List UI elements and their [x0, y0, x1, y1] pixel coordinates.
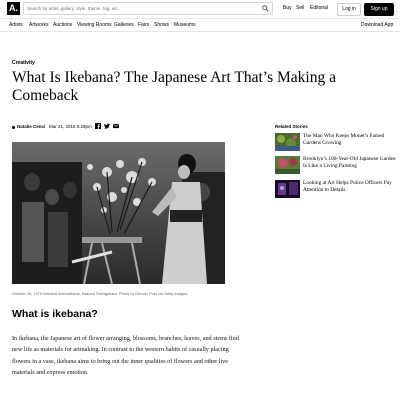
related-stories-heading: Related Stories [275, 124, 308, 129]
top-bar: A. Search by artist, gallery, style, the… [0, 0, 400, 19]
secondary-nav: Artists Artworks Auctions Viewing Rooms … [0, 19, 400, 32]
download-app-link[interactable]: Download App [361, 22, 393, 28]
email-icon[interactable] [113, 123, 119, 129]
signup-button[interactable]: Sign up [364, 3, 394, 16]
subnav-artworks[interactable]: Artworks [29, 22, 48, 28]
related-story-item[interactable]: Looking at Art Helps Police Officers Pay… [275, 180, 395, 198]
search-icon[interactable] [262, 5, 269, 12]
related-story-item[interactable]: The Man Who Keeps Monet’s Famed Gardens … [275, 133, 395, 151]
login-button[interactable]: Log in [337, 3, 361, 16]
related-story-item[interactable]: Brooklyn’s 100-Year-Old Japanese Garden … [275, 156, 398, 174]
subnav-auctions[interactable]: Auctions [53, 22, 72, 28]
facebook-icon[interactable] [95, 123, 101, 129]
subnav-shows[interactable]: Shows [154, 22, 169, 28]
related-story-thumbnail[interactable] [275, 133, 300, 151]
related-story-title[interactable]: The Man Who Keeps Monet’s Famed Gardens … [303, 133, 398, 147]
search-input[interactable]: Search by artist, gallery, style, theme,… [23, 2, 273, 15]
subnav-viewing-rooms[interactable]: Viewing Rooms [77, 22, 112, 28]
nav-buy[interactable]: Buy [283, 5, 292, 11]
related-story-thumbnail[interactable] [275, 156, 300, 174]
related-story-thumbnail[interactable] [275, 180, 300, 198]
author-name[interactable]: Natalie Cenci [17, 124, 45, 129]
subnav-galleries[interactable]: Galleries [114, 22, 134, 28]
search-placeholder: Search by artist, gallery, style, theme,… [27, 6, 119, 11]
article-category[interactable]: Creativity [12, 60, 35, 66]
publish-date: Mar 21, 2018 6:29pm [49, 124, 92, 129]
related-story-title[interactable]: Brooklyn’s 100-Year-Old Japanese Garden … [303, 156, 398, 170]
photo-caption: October 26, 1975 Ikebana International, … [12, 291, 189, 296]
hero-photo[interactable] [12, 142, 225, 284]
subnav-museums[interactable]: Museums [174, 22, 196, 28]
section-heading: What is ikebana? [12, 308, 98, 320]
related-story-title[interactable]: Looking at Art Helps Police Officers Pay… [303, 180, 398, 194]
nav-sell[interactable]: Sell [296, 5, 304, 11]
nav-editorial[interactable]: Editorial [310, 5, 328, 11]
article-title: What Is Ikebana? The Japanese Art That’s… [12, 69, 336, 104]
ikebana-photo-image [12, 142, 225, 284]
article-body-paragraph: In ikebana, the Japanese art of flower a… [12, 335, 239, 377]
artsy-logo[interactable]: A. [7, 2, 20, 15]
subnav-artists[interactable]: Artists [9, 22, 23, 28]
twitter-icon[interactable] [104, 123, 110, 129]
author-dot-icon [12, 125, 15, 129]
subnav-fairs[interactable]: Fairs [138, 22, 149, 28]
